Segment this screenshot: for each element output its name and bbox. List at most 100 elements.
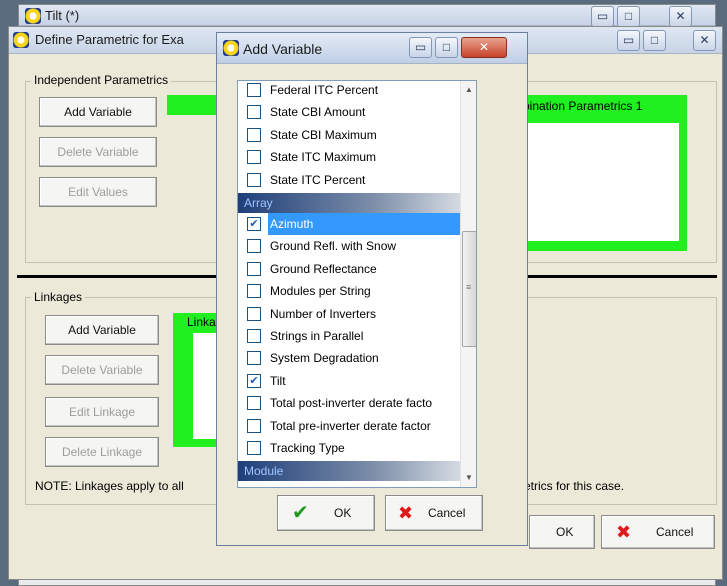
linkages-delete-variable-button[interactable]: Delete Variable [45, 355, 159, 385]
close-icon[interactable]: ✕ [669, 6, 692, 27]
define-title: Define Parametric for Exa [35, 32, 184, 47]
list-item[interactable]: ✔ Tilt [244, 370, 456, 392]
list-item-label: System Degradation [270, 351, 379, 366]
list-item[interactable]: State ITC Maximum [244, 146, 456, 168]
maximize-icon[interactable]: □ [617, 6, 640, 27]
add-variable-dialog: Add Variable ▭ □ ✕ Federal ITC Percent St… [216, 32, 528, 546]
define-ok-label: OK [556, 525, 574, 539]
close-icon[interactable]: ✕ [461, 37, 507, 58]
section-header: Module [238, 461, 463, 482]
list-item-label: State CBI Maximum [270, 127, 377, 142]
edit-linkage-button[interactable]: Edit Linkage [45, 397, 159, 427]
list-item-label: Total post-inverter derate facto [270, 396, 433, 411]
linkages-note-right: etrics for this case. [524, 479, 625, 493]
checkbox[interactable] [247, 284, 261, 299]
checkbox-checked[interactable]: ✔ [247, 373, 261, 388]
list-scrollbar[interactable]: ▲ ≡ ▼ [460, 81, 476, 487]
tilt-title: Tilt (*) [45, 8, 80, 23]
add-variable-ok-label: OK [334, 506, 352, 520]
list-item-label: Ground Refl. with Snow [270, 239, 397, 254]
scroll-up-icon[interactable]: ▲ [465, 85, 473, 94]
list-item-label: Ground Reflectance [270, 261, 377, 276]
list-item-label: Number of Inverters [270, 306, 377, 321]
list-item[interactable]: Total post-inverter derate facto [244, 392, 456, 414]
grip-icon: ≡ [466, 282, 472, 292]
add-variable-ok-button[interactable]: ✔ OK [277, 495, 375, 531]
checkbox[interactable] [247, 127, 261, 142]
minimize-icon[interactable]: ▭ [591, 6, 614, 27]
app-icon [13, 32, 29, 48]
add-variable-button[interactable]: Add Variable [39, 97, 157, 127]
checkbox[interactable] [247, 329, 261, 343]
independent-parametrics-label: Independent Parametrics [31, 73, 172, 87]
close-icon[interactable]: ✕ [693, 30, 716, 51]
combination-list[interactable] [517, 123, 679, 241]
define-cancel-label: Cancel [656, 525, 694, 539]
scroll-down-icon[interactable]: ▼ [465, 473, 473, 482]
list-item-label: Modules per String [270, 284, 371, 299]
list-item[interactable]: State ITC Percent [244, 169, 456, 191]
list-item-label: State CBI Amount [270, 105, 366, 120]
delete-variable-button[interactable]: Delete Variable [39, 137, 157, 167]
define-cancel-button[interactable]: ✖ Cancel [601, 515, 715, 549]
variable-list[interactable]: Federal ITC Percent State CBI Amount State… [237, 80, 477, 488]
list-item[interactable]: Number of Inverters [244, 303, 456, 325]
list-item-label: Tilt [270, 373, 286, 388]
list-item-label: Total pre-inverter derate factor [270, 418, 431, 433]
list-item[interactable]: Modules per String [244, 280, 456, 302]
maximize-icon[interactable]: □ [435, 37, 458, 58]
define-ok-button[interactable]: OK [529, 515, 595, 549]
checkbox[interactable] [247, 239, 261, 254]
add-variable-title: Add Variable [243, 41, 323, 57]
list-item[interactable]: ✔ Azimuth [244, 213, 462, 235]
checkbox[interactable] [247, 172, 261, 187]
add-variable-titlebar: Add Variable ▭ □ ✕ [217, 33, 527, 64]
list-item-label: Strings in Parallel [270, 329, 364, 343]
list-item[interactable]: Tracking Type [244, 437, 456, 459]
linkages-label: Linkages [31, 290, 86, 304]
check-icon: ✔ [292, 502, 309, 524]
checkbox[interactable] [247, 150, 261, 165]
add-variable-cancel-label: Cancel [428, 506, 466, 520]
checkbox[interactable] [247, 105, 261, 120]
app-icon [25, 8, 41, 24]
checkbox[interactable] [247, 351, 261, 366]
list-item-label: State ITC Percent [270, 172, 366, 187]
checkbox[interactable] [247, 306, 261, 321]
list-item[interactable]: System Degradation [244, 347, 456, 369]
checkbox[interactable] [247, 396, 261, 411]
checkbox[interactable] [247, 261, 261, 276]
scroll-thumb[interactable]: ≡ [462, 231, 476, 347]
maximize-icon[interactable]: □ [643, 30, 666, 51]
checkbox[interactable] [247, 441, 261, 455]
combination-parametrics-label: mbination Parametrics 1 [513, 99, 643, 113]
section-header: Array [238, 193, 463, 213]
list-item[interactable]: Federal ITC Percent [244, 81, 456, 101]
list-item[interactable]: Ground Reflectance [244, 258, 456, 280]
list-item[interactable]: Ground Refl. with Snow [244, 235, 456, 257]
delete-linkage-button[interactable]: Delete Linkage [45, 437, 159, 467]
list-item[interactable]: Total pre-inverter derate factor [244, 415, 456, 437]
list-item-label: Federal ITC Percent [270, 83, 379, 97]
linkages-add-variable-button[interactable]: Add Variable [45, 315, 159, 345]
checkbox[interactable] [247, 418, 261, 433]
list-item-label: Tracking Type [270, 441, 345, 455]
tilt-titlebar: Tilt (*) ▭ □ ✕ [19, 5, 715, 27]
list-item[interactable]: State CBI Amount [244, 101, 456, 123]
list-item-label: State ITC Maximum [270, 150, 377, 165]
list-item[interactable]: Strings in Parallel [244, 325, 456, 347]
app-icon [223, 40, 239, 56]
cross-icon: ✖ [616, 522, 632, 542]
minimize-icon[interactable]: ▭ [409, 37, 432, 58]
checkbox[interactable] [247, 83, 261, 97]
list-item-label: Azimuth [268, 213, 462, 235]
linkages-note-left: NOTE: Linkages apply to all [35, 479, 184, 493]
list-item[interactable]: State CBI Maximum [244, 124, 456, 146]
add-variable-cancel-button[interactable]: ✖ Cancel [385, 495, 483, 531]
linkages-panel-label: Linka [187, 315, 216, 329]
checkbox-checked[interactable]: ✔ [247, 217, 261, 231]
cross-icon: ✖ [398, 503, 414, 523]
combination-parametrics-panel: mbination Parametrics 1 [509, 95, 687, 251]
edit-values-button[interactable]: Edit Values [39, 177, 157, 207]
minimize-icon[interactable]: ▭ [617, 30, 640, 51]
